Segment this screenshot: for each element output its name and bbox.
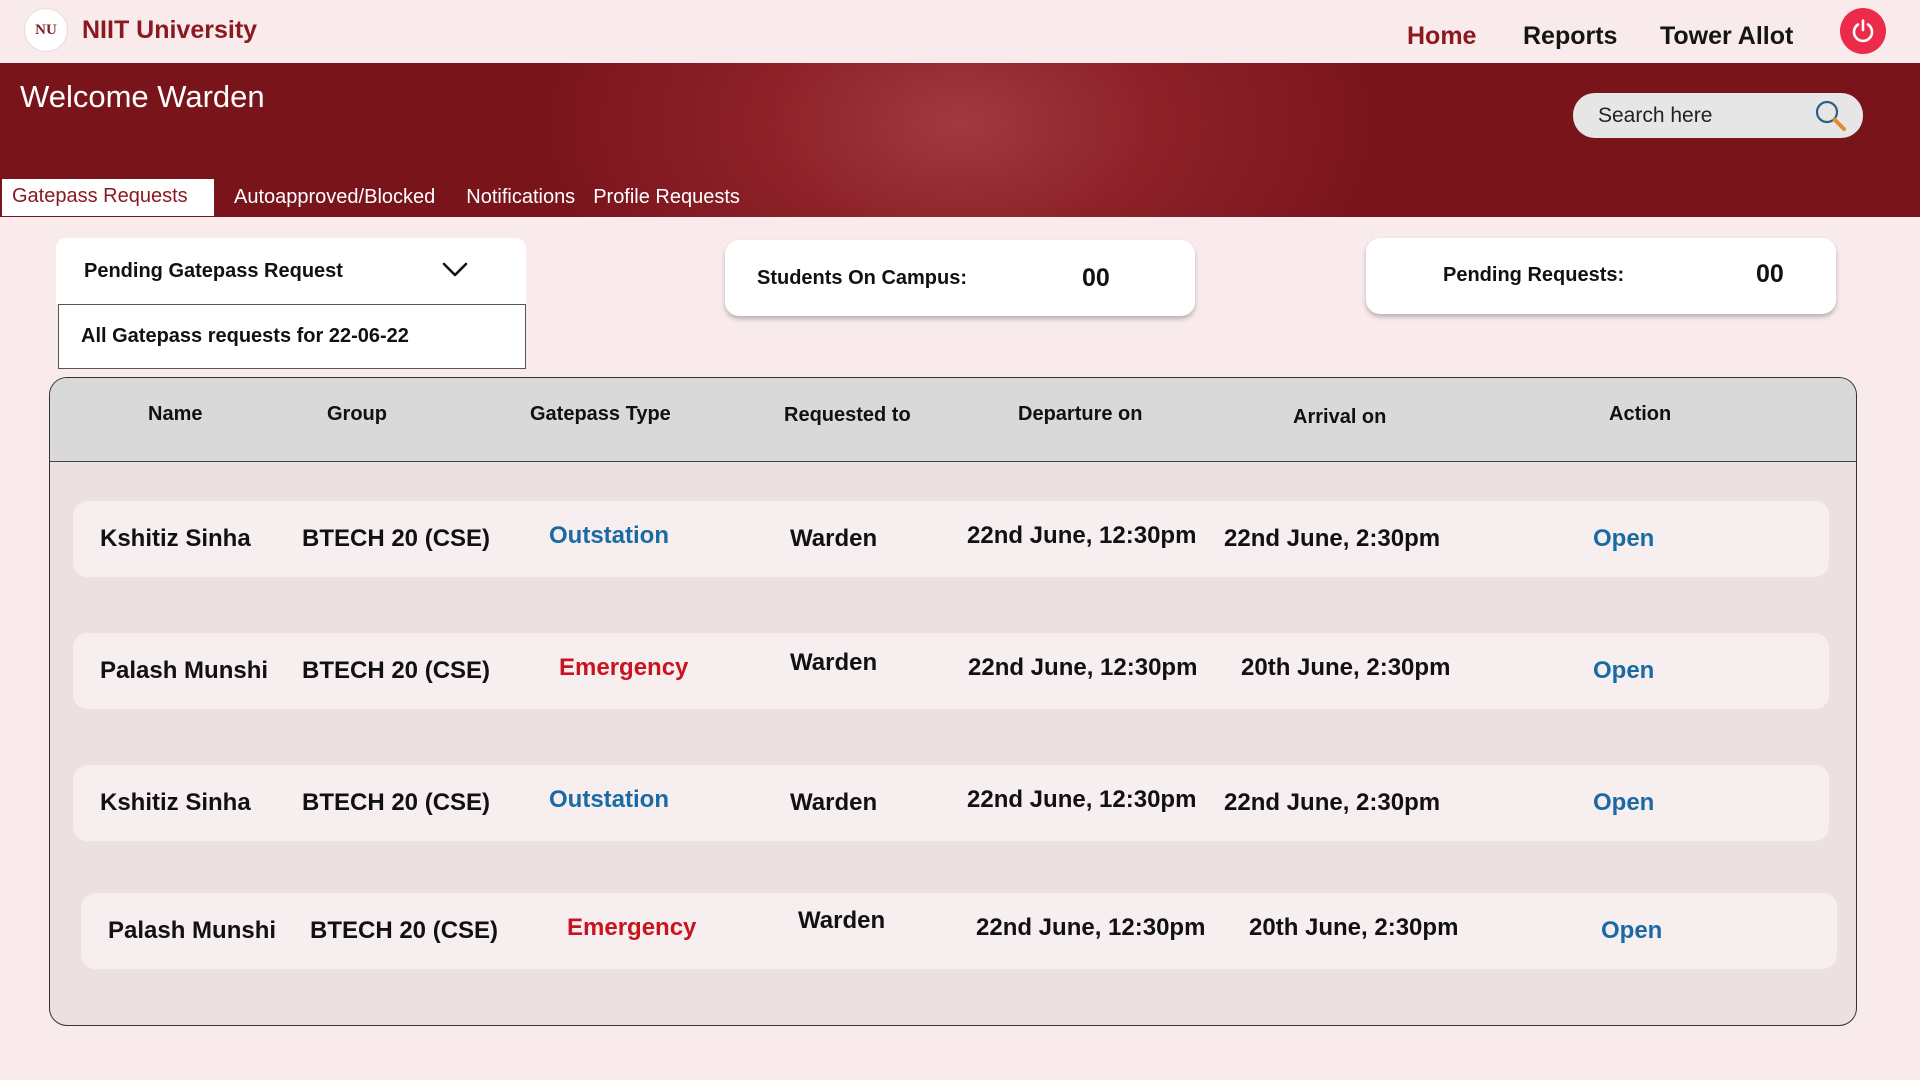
cell-name: Palash Munshi [100, 657, 269, 684]
table-header: Name Group Gatepass Type Requested to De… [50, 378, 1856, 462]
logout-button[interactable] [1840, 8, 1886, 54]
cell-departure: 22nd June, 12:30pm [967, 786, 1197, 813]
column-header-name: Name [148, 403, 203, 425]
column-header-departure-on: Departure on [1018, 403, 1143, 425]
table-row: Palash Munshi BTECH 20 (CSE) Emergency W… [81, 893, 1837, 969]
pending-requests-value: 00 [1756, 260, 1784, 288]
table-row: Kshitiz Sinha BTECH 20 (CSE) Outstation … [73, 501, 1829, 577]
brand-name: NIIT University [82, 15, 258, 44]
power-icon [1852, 19, 1874, 43]
table-row: Kshitiz Sinha BTECH 20 (CSE) Outstation … [73, 765, 1829, 841]
nav-tower-allot[interactable]: Tower Allot [1660, 22, 1793, 51]
students-on-campus-card: Students On Campus: 00 [725, 240, 1195, 316]
cell-group: BTECH 20 (CSE) [302, 525, 491, 552]
cell-requested-to: Warden [790, 525, 878, 552]
column-header-requested-to: Requested to [784, 404, 911, 426]
cell-arrival: 20th June, 2:30pm [1241, 654, 1451, 681]
cell-name: Kshitiz Sinha [100, 525, 251, 552]
search-icon[interactable] [1813, 99, 1849, 133]
cell-name: Kshitiz Sinha [100, 789, 251, 816]
open-request-link[interactable]: Open [1593, 525, 1654, 553]
cell-arrival: 20th June, 2:30pm [1249, 914, 1459, 941]
tab-autoapproved-blocked[interactable]: Autoapproved/Blocked [234, 186, 435, 209]
tab-bar: Gatepass Requests Autoapproved/Blocked N… [0, 179, 740, 216]
cell-group: BTECH 20 (CSE) [302, 789, 491, 816]
header-banner: Welcome Warden Gatepass Requests Autoapp… [0, 63, 1920, 217]
pending-requests-card: Pending Requests: 00 [1366, 238, 1836, 314]
tab-gatepass-requests[interactable]: Gatepass Requests [2, 179, 214, 216]
dropdown-option-all-requests[interactable]: All Gatepass requests for 22-06-22 [58, 304, 526, 369]
cell-name: Palash Munshi [108, 917, 277, 944]
cell-departure: 22nd June, 12:30pm [976, 914, 1206, 941]
cell-arrival: 22nd June, 2:30pm [1224, 789, 1441, 816]
cell-gatepass-type: Emergency [559, 654, 689, 681]
cell-gatepass-type: Outstation [549, 522, 669, 549]
brand[interactable]: NU NIIT University [24, 8, 257, 52]
cell-requested-to: Warden [790, 649, 878, 676]
students-on-campus-value: 00 [1082, 264, 1110, 292]
cell-requested-to: Warden [798, 907, 886, 934]
cell-requested-to: Warden [790, 789, 878, 816]
column-header-action: Action [1609, 403, 1672, 425]
tab-notifications[interactable]: Notifications [466, 186, 575, 209]
dropdown-selected-value: Pending Gatepass Request [84, 259, 343, 282]
pending-requests-label: Pending Requests: [1443, 264, 1625, 286]
cell-gatepass-type: Outstation [549, 786, 669, 813]
search-input[interactable] [1596, 102, 1796, 129]
university-logo: NU [24, 8, 68, 52]
table-row: Palash Munshi BTECH 20 (CSE) Emergency W… [73, 633, 1829, 709]
cell-gatepass-type: Emergency [567, 914, 697, 941]
tab-profile-requests[interactable]: Profile Requests [593, 186, 740, 209]
top-navbar: NU NIIT University Home Reports Tower Al… [0, 0, 1920, 63]
column-header-gatepass-type: Gatepass Type [530, 403, 671, 425]
chevron-down-icon [442, 262, 468, 277]
cell-departure: 22nd June, 12:30pm [967, 522, 1197, 549]
column-header-group: Group [327, 403, 387, 425]
cell-arrival: 22nd June, 2:30pm [1224, 525, 1441, 552]
cell-group: BTECH 20 (CSE) [302, 657, 491, 684]
gatepass-filter-dropdown[interactable]: Pending Gatepass Request [56, 238, 526, 304]
open-request-link[interactable]: Open [1601, 917, 1662, 945]
welcome-heading: Welcome Warden [20, 79, 265, 114]
gatepass-table: Name Group Gatepass Type Requested to De… [49, 377, 1857, 1026]
column-header-arrival-on: Arrival on [1293, 406, 1387, 428]
open-request-link[interactable]: Open [1593, 657, 1654, 685]
cell-group: BTECH 20 (CSE) [310, 917, 499, 944]
open-request-link[interactable]: Open [1593, 789, 1654, 817]
students-on-campus-label: Students On Campus: [757, 267, 968, 289]
search-bar[interactable] [1573, 93, 1863, 138]
nav-reports[interactable]: Reports [1523, 22, 1617, 51]
cell-departure: 22nd June, 12:30pm [968, 654, 1198, 681]
nav-home[interactable]: Home [1407, 22, 1476, 51]
